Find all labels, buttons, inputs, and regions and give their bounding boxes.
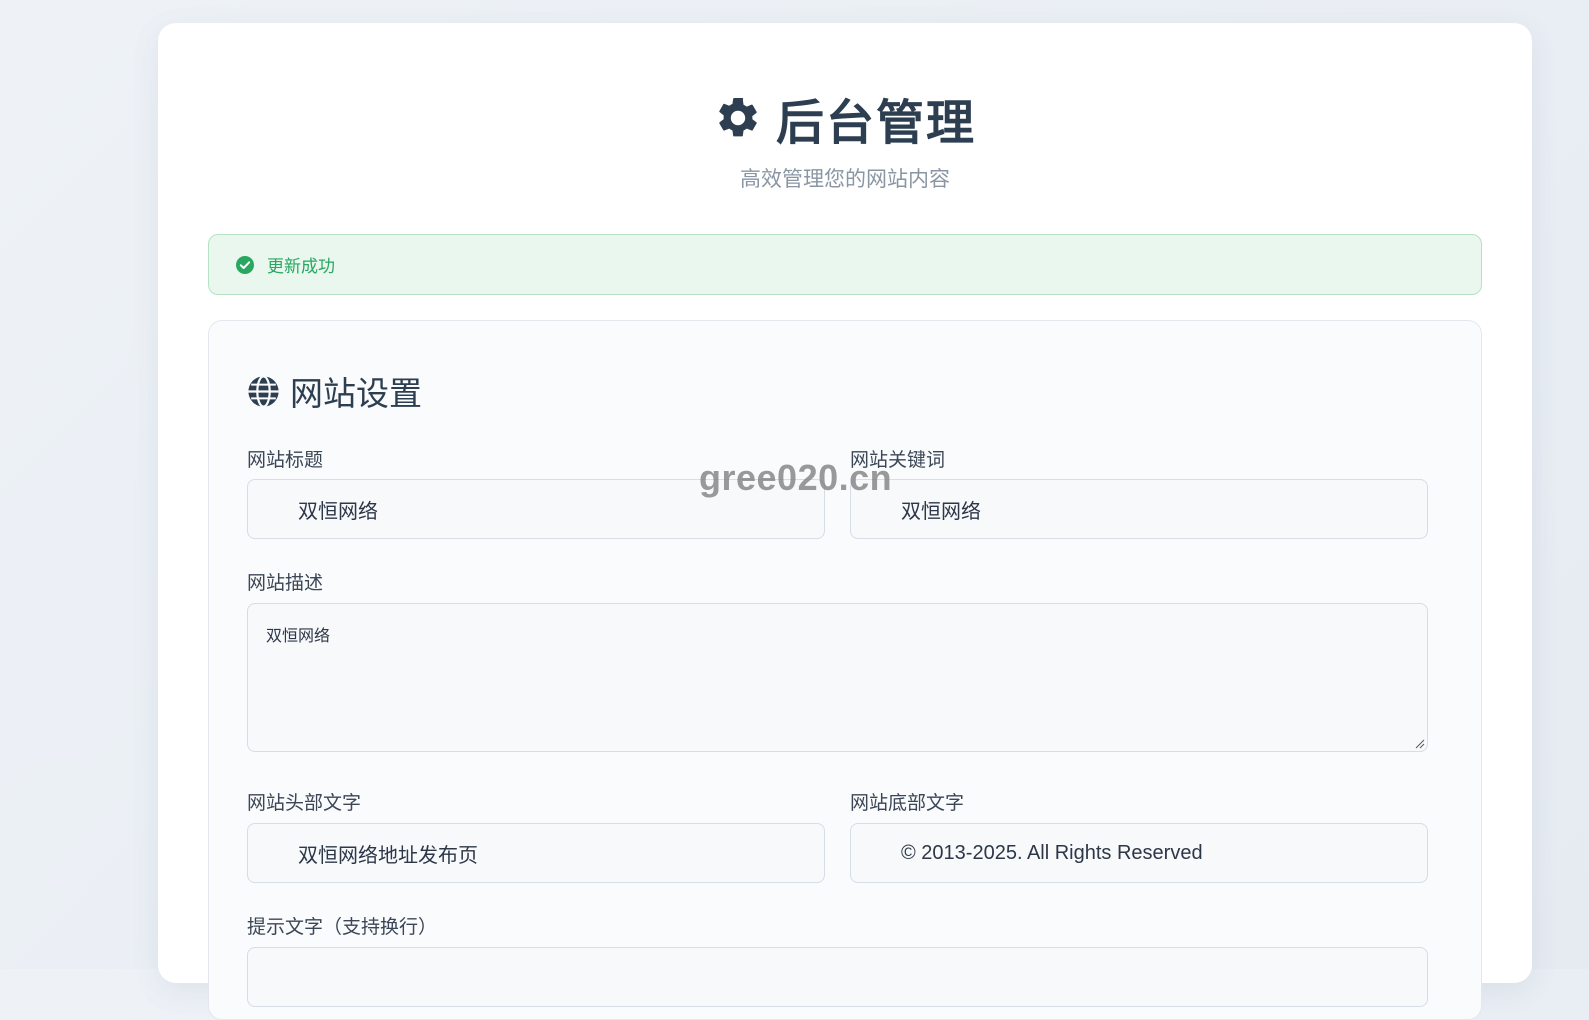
section-title: 网站设置 [290, 374, 422, 413]
section-header: 网站设置 [247, 367, 422, 415]
site-description-textarea[interactable]: 双恒网络 [247, 603, 1428, 752]
globe-icon [248, 374, 279, 408]
watermark-text: gree020.cn [699, 457, 893, 498]
site-keywords-input[interactable]: 双恒网络 [850, 479, 1428, 539]
header-text-input[interactable]: 双恒网络地址发布页 [247, 823, 825, 883]
site-keywords-value: 双恒网络 [901, 498, 981, 523]
gear-icon [719, 97, 757, 137]
page-title: 后台管理 [775, 95, 976, 151]
site-description-label: 网站描述 [247, 572, 324, 594]
footer-text-label: 网站底部文字 [850, 792, 965, 814]
site-settings-card: 网站设置 网站标题 双恒网络 网站关键词 双恒网络 网站描述 双恒网络 网站头部… [208, 320, 1482, 1020]
check-circle-icon [236, 255, 254, 274]
site-title-label: 网站标题 [247, 449, 324, 471]
page-subtitle: 高效管理您的网站内容 [740, 167, 950, 191]
footer-text-value: © 2013-2025. All Rights Reserved [901, 841, 1203, 864]
tip-text-textarea[interactable] [247, 947, 1428, 1007]
site-title-value: 双恒网络 [298, 498, 378, 523]
page-header: 后台管理 高效管理您的网站内容 [158, 83, 1532, 193]
header-text-label: 网站头部文字 [247, 792, 362, 814]
alert-message: 更新成功 [267, 257, 335, 277]
header-text-value: 双恒网络地址发布页 [298, 842, 478, 867]
title-row: 后台管理 [714, 83, 976, 153]
site-description-value: 双恒网络 [266, 626, 331, 645]
footer-text-input[interactable]: © 2013-2025. All Rights Reserved [850, 823, 1428, 883]
success-alert: 更新成功 [208, 234, 1482, 295]
tip-text-label: 提示文字（支持换行） [247, 916, 438, 938]
resize-handle-icon[interactable] [1413, 737, 1425, 749]
admin-container: 后台管理 高效管理您的网站内容 更新成功 网站设置 网站标题 双恒网络 网站关键… [158, 23, 1532, 1020]
